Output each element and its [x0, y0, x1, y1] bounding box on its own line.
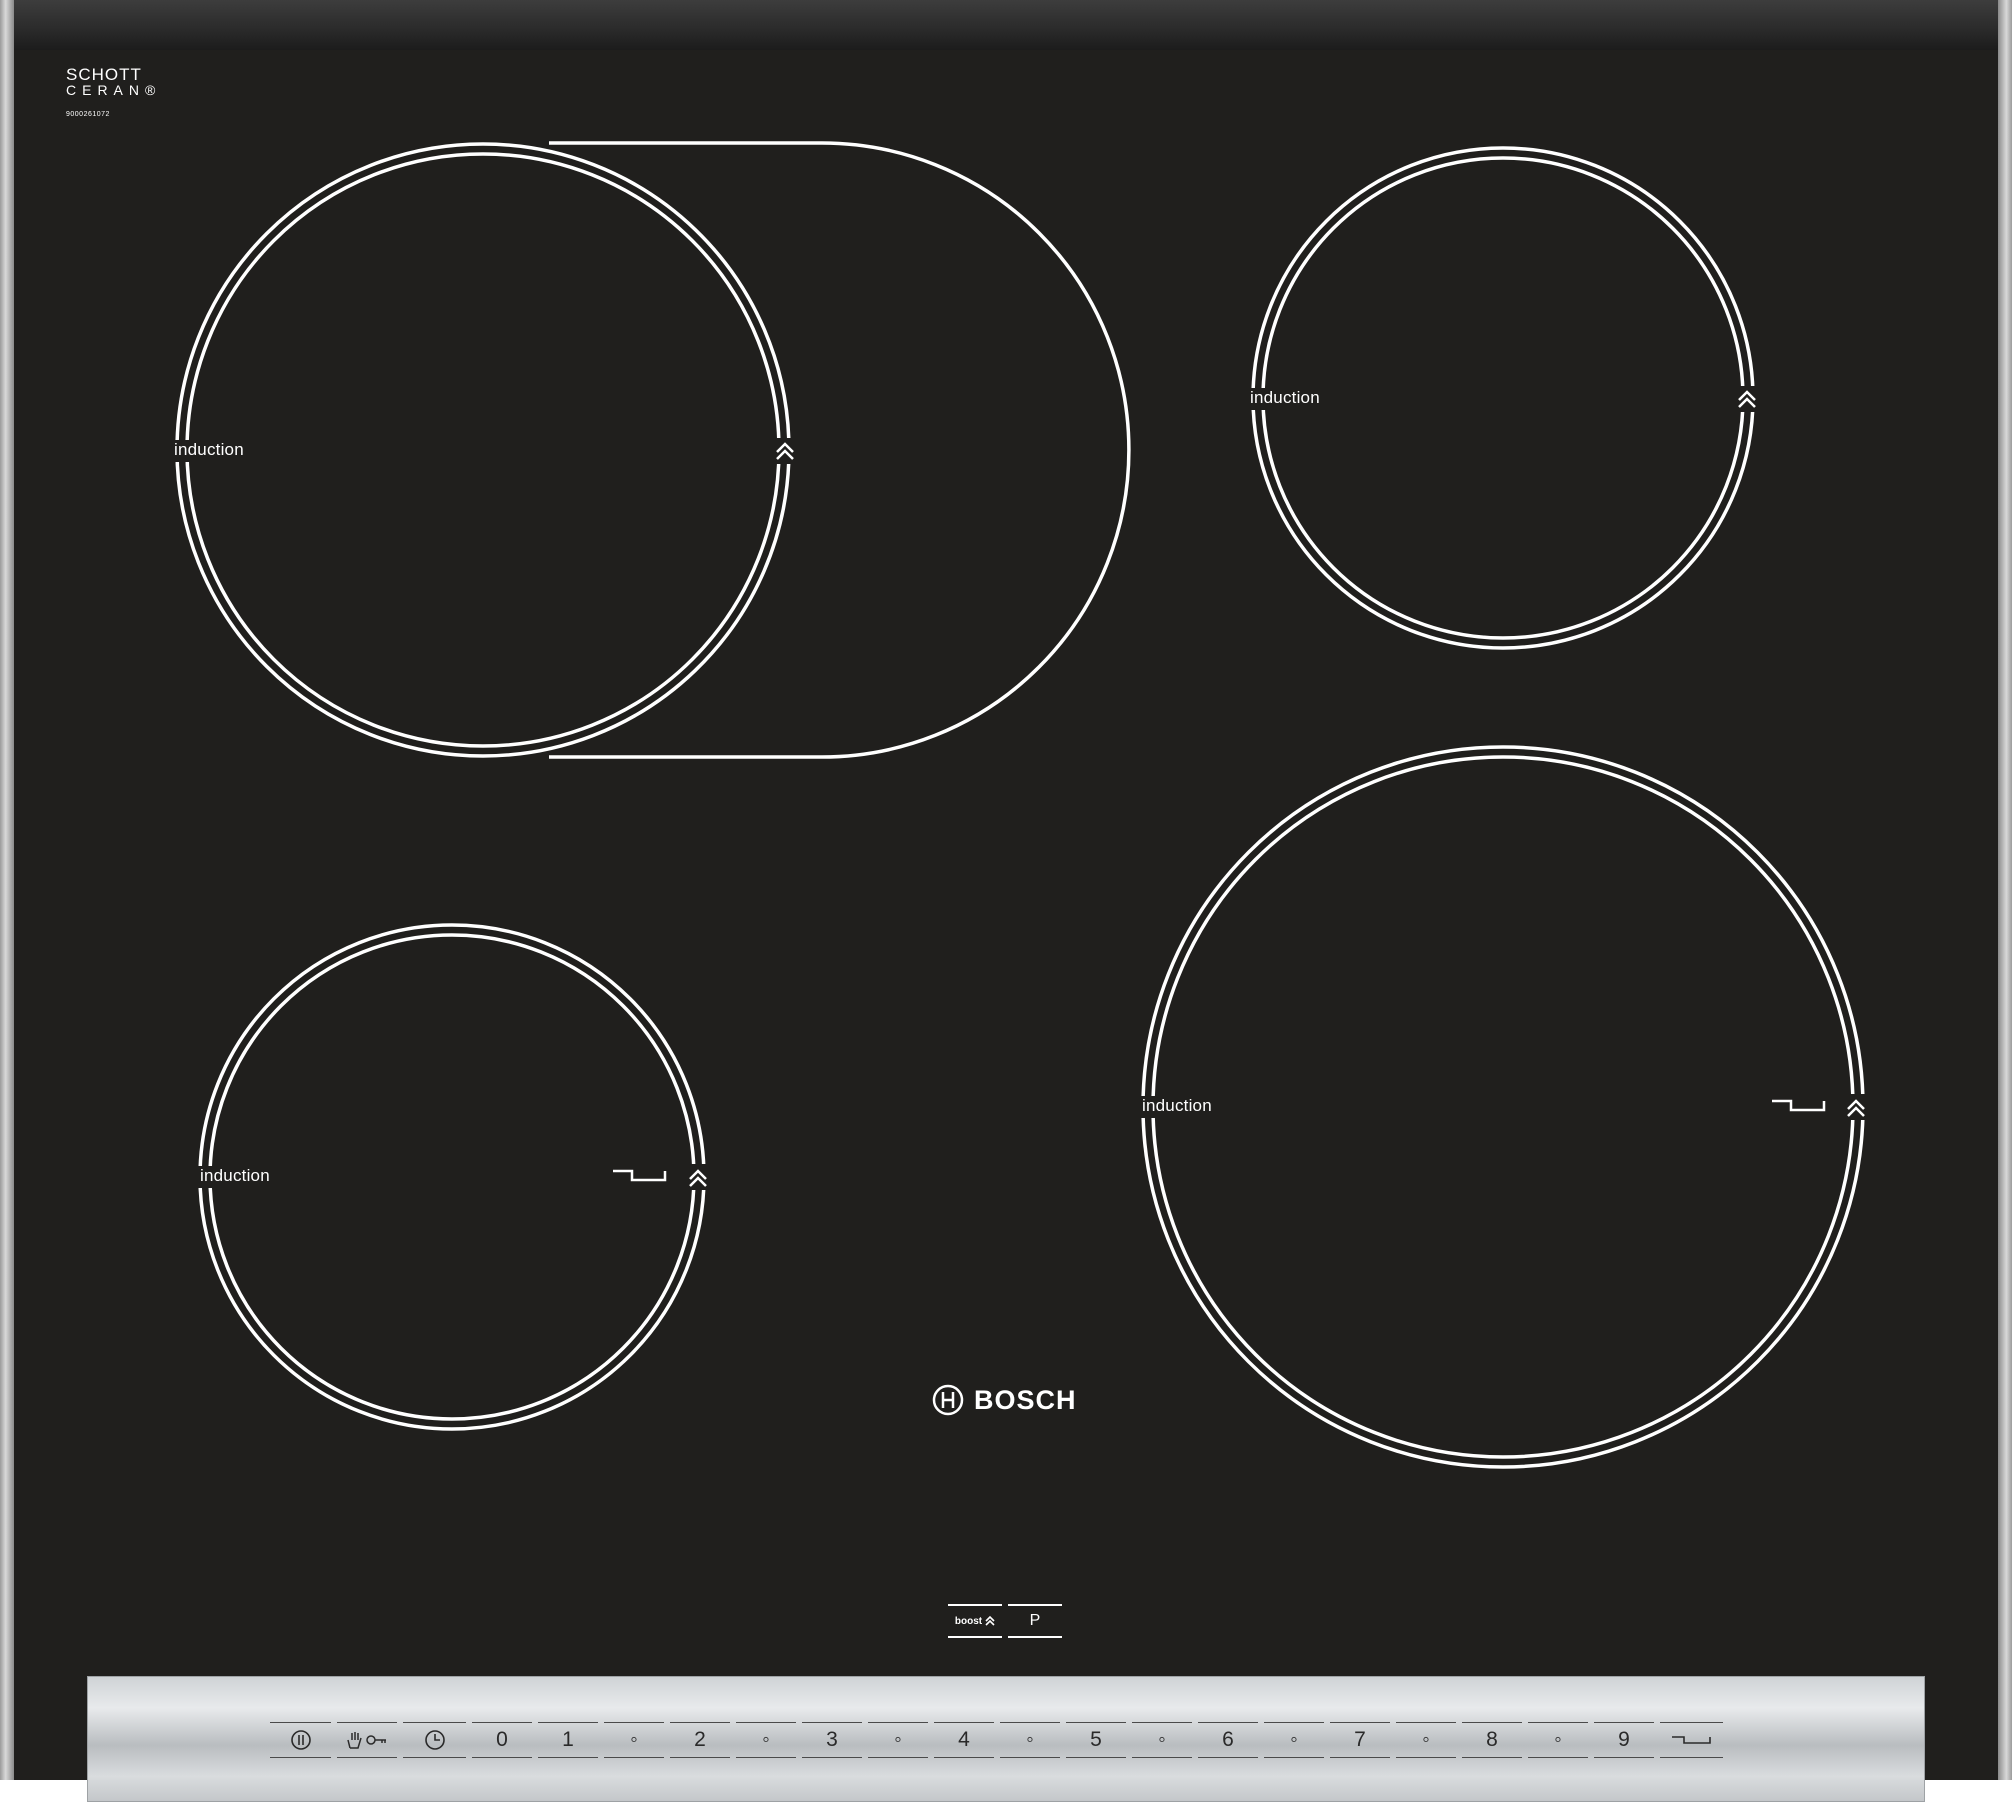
- level-1-5-button[interactable]: ◦: [604, 1722, 664, 1758]
- pan-icon: [1671, 1736, 1711, 1744]
- bosch-wordmark: BOSCH: [974, 1384, 1077, 1415]
- child-lock-button[interactable]: [337, 1722, 397, 1758]
- level-9-button[interactable]: 9: [1594, 1722, 1654, 1758]
- front-right-frying-icon: [1772, 1099, 1826, 1112]
- power-icon: [290, 1730, 311, 1750]
- level-3-button[interactable]: 3: [802, 1722, 862, 1758]
- clock-icon: [424, 1730, 445, 1750]
- rear-left-zone[interactable]: [175, 141, 1131, 759]
- front-right-zone-label: induction: [1142, 1096, 1212, 1115]
- front-right-zone[interactable]: [1141, 745, 1865, 1469]
- level-7-button[interactable]: 7: [1330, 1722, 1390, 1758]
- level-8-button[interactable]: 8: [1462, 1722, 1522, 1758]
- front-left-zone[interactable]: [198, 923, 706, 1431]
- touch-control-keys: 0 1 ◦ 2 ◦ 3 ◦ 4 ◦ 5 ◦ 6 ◦ 7 ◦ 8 ◦ 9: [270, 1722, 1723, 1758]
- rear-right-zone-label: induction: [1250, 388, 1320, 407]
- cooking-zones: [170, 141, 1872, 1469]
- boost-label: boost: [954, 1615, 983, 1627]
- level-3-5-button[interactable]: ◦: [868, 1722, 928, 1758]
- level-6-button[interactable]: 6: [1198, 1722, 1258, 1758]
- level-2-button[interactable]: 2: [670, 1722, 730, 1758]
- level-7-5-button[interactable]: ◦: [1396, 1722, 1456, 1758]
- frying-sensor-button[interactable]: [1660, 1722, 1723, 1758]
- level-1-button[interactable]: 1: [538, 1722, 598, 1758]
- aux-controls: boost P: [948, 1604, 1062, 1638]
- chevron-up-double-icon: [985, 1615, 995, 1626]
- timer-button[interactable]: [403, 1722, 466, 1758]
- front-left-zone-label: induction: [200, 1166, 270, 1185]
- bosch-logo: BOSCH: [932, 1384, 1077, 1416]
- induction-hob: SCHOTT CERAN® 9000261072 induction induc…: [0, 0, 2012, 1804]
- level-5-button[interactable]: 5: [1066, 1722, 1126, 1758]
- level-5-5-button[interactable]: ◦: [1132, 1722, 1192, 1758]
- front-left-frying-icon: [613, 1169, 667, 1182]
- power-button[interactable]: [270, 1722, 331, 1758]
- level-8-5-button[interactable]: ◦: [1528, 1722, 1588, 1758]
- level-6-5-button[interactable]: ◦: [1264, 1722, 1324, 1758]
- level-2-5-button[interactable]: ◦: [736, 1722, 796, 1758]
- rear-left-zone-label: induction: [174, 440, 244, 459]
- level-0-button[interactable]: 0: [472, 1722, 532, 1758]
- bosch-armature-icon: [932, 1384, 964, 1416]
- p-label: P: [1029, 1612, 1041, 1629]
- level-4-5-button[interactable]: ◦: [1000, 1722, 1060, 1758]
- p-button[interactable]: P: [1008, 1604, 1062, 1638]
- hand-key-icon: [347, 1732, 386, 1749]
- level-4-button[interactable]: 4: [934, 1722, 994, 1758]
- boost-button[interactable]: boost: [948, 1604, 1002, 1638]
- rear-left-extension-zone: [549, 141, 1131, 759]
